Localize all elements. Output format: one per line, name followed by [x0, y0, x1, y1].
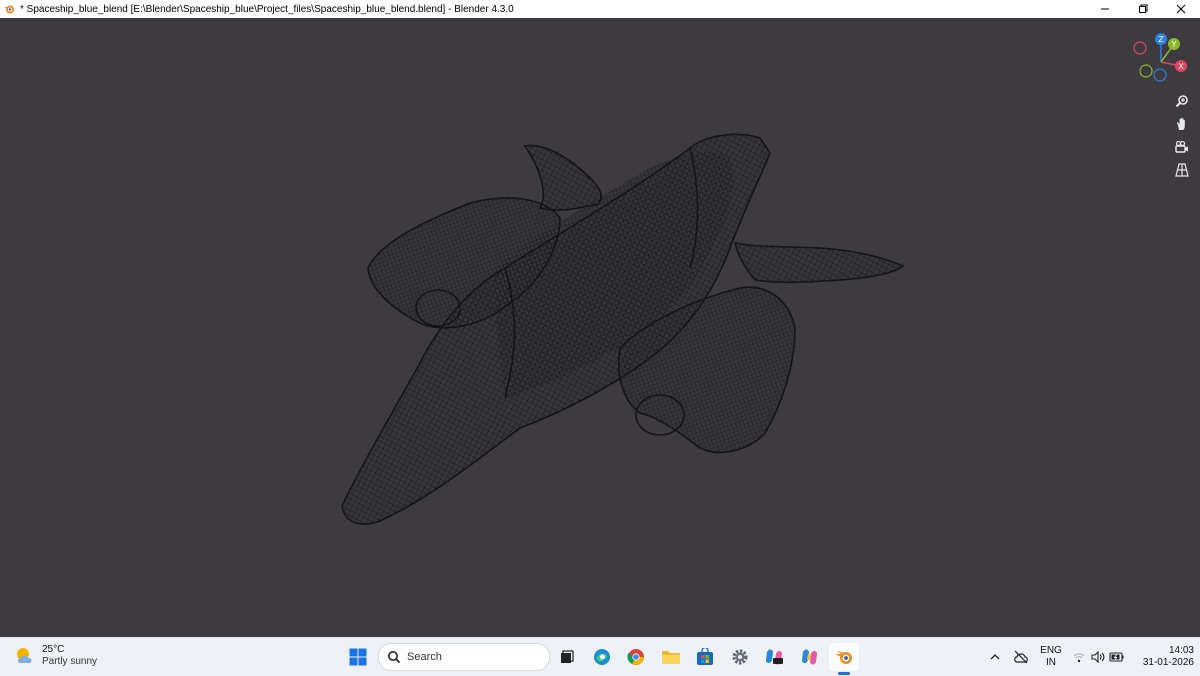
- clock-date: 31-01-2026: [1142, 657, 1194, 668]
- gizmo-x-label: X: [1178, 62, 1184, 71]
- chrome-button[interactable]: [621, 643, 651, 671]
- settings-icon: [732, 649, 748, 665]
- search-label: Search: [407, 651, 442, 663]
- chevron-up-icon: [990, 654, 1000, 660]
- chrome-icon: [627, 649, 644, 665]
- weather-widget[interactable]: 25°C Partly sunny: [14, 644, 97, 668]
- weather-description: Partly sunny: [42, 656, 98, 667]
- search-icon: [388, 651, 401, 664]
- cloud-sync-off-icon: [1014, 650, 1028, 664]
- file-explorer-button[interactable]: [656, 643, 686, 671]
- onedrive-status-button[interactable]: [1011, 643, 1031, 671]
- show-hidden-icons-button[interactable]: [986, 643, 1004, 671]
- gizmo-y-label: Y: [1171, 40, 1177, 49]
- gizmo-neg-z[interactable]: [1153, 68, 1167, 82]
- gizmo-neg-y[interactable]: [1139, 64, 1153, 78]
- window-title: * Spaceship_blue_blend [E:\Blender\Space…: [20, 3, 514, 15]
- region-code: IN: [1046, 657, 1056, 668]
- language-code: ENG: [1040, 645, 1062, 656]
- blender-taskbar-button[interactable]: [829, 643, 859, 671]
- wifi-icon: [1073, 653, 1085, 663]
- taskbar-search[interactable]: Search: [378, 643, 550, 671]
- start-button[interactable]: [343, 643, 373, 671]
- copilot-button[interactable]: [794, 643, 824, 671]
- blender-icon: [835, 651, 852, 664]
- edge-button[interactable]: [587, 643, 617, 671]
- network-button[interactable]: [1071, 643, 1087, 671]
- restore-button[interactable]: [1124, 0, 1162, 18]
- copilot-icon: [802, 649, 817, 665]
- task-view-icon: [561, 650, 574, 663]
- close-icon: [1176, 4, 1186, 14]
- windows-start-icon: [349, 648, 367, 666]
- minimize-icon: [1101, 8, 1109, 10]
- taskbar: 25°C Partly sunny Search ENG IN 14:03 31…: [0, 637, 1200, 676]
- edge-icon: [594, 649, 610, 665]
- microsoft-store-icon: [697, 648, 713, 665]
- close-button[interactable]: [1162, 0, 1200, 18]
- gizmo-neg-x[interactable]: [1133, 41, 1147, 55]
- hand-pan-icon: [1177, 117, 1185, 130]
- weather-temperature: 25°C: [42, 644, 65, 655]
- input-language-indicator[interactable]: ENG IN: [1037, 645, 1065, 669]
- sun-cloud-icon: [17, 648, 32, 663]
- title-bar: * Spaceship_blue_blend [E:\Blender\Space…: [0, 0, 1200, 18]
- pan-button[interactable]: [1171, 113, 1193, 135]
- battery-button[interactable]: [1108, 643, 1126, 671]
- volume-button[interactable]: [1089, 643, 1107, 671]
- window-controls: [1086, 0, 1200, 18]
- clock-button[interactable]: 14:03 31-01-2026: [1128, 645, 1194, 669]
- perspective-toggle-button[interactable]: [1171, 159, 1193, 181]
- task-view-button[interactable]: [552, 643, 582, 671]
- microsoft-store-button[interactable]: [690, 643, 720, 671]
- restore-icon: [1139, 4, 1148, 13]
- camera-icon: [1175, 140, 1188, 153]
- clock-time: 14:03: [1168, 645, 1194, 656]
- zoom-icon: [1175, 95, 1188, 108]
- copilot-new-button[interactable]: [759, 643, 789, 671]
- zoom-button[interactable]: [1171, 90, 1193, 112]
- camera-view-button[interactable]: [1171, 136, 1193, 158]
- battery-charging-icon: [1109, 652, 1124, 662]
- settings-button[interactable]: [725, 643, 755, 671]
- spaceship-wireframe-mesh[interactable]: [0, 18, 1200, 637]
- gizmo-z-label: Z: [1158, 35, 1164, 44]
- minimize-button[interactable]: [1086, 0, 1124, 18]
- navigation-gizmo[interactable]: Z Y X: [1128, 30, 1194, 92]
- copilot-new-icon: [766, 649, 783, 665]
- 3d-viewport[interactable]: Z Y X: [0, 18, 1200, 637]
- grid-icon: [1175, 163, 1189, 177]
- speaker-icon: [1091, 651, 1105, 663]
- blender-icon: [0, 0, 18, 18]
- file-explorer-icon: [662, 651, 680, 664]
